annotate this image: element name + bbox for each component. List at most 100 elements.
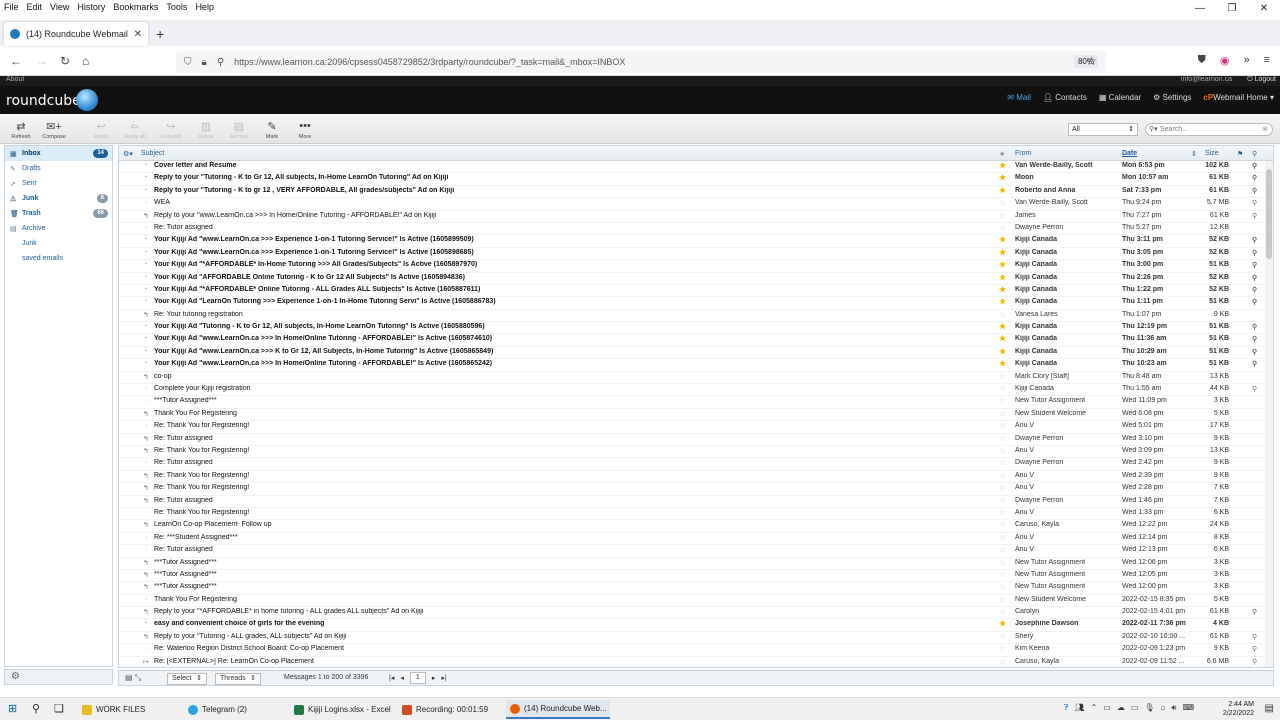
message-row[interactable]: · Re: ***Student Assigned*** ☆ Anu V Wed 12:…: [119, 533, 1273, 546]
flag-star-icon[interactable]: ★: [999, 273, 1006, 282]
logout-link[interactable]: ⏻ Logout: [1247, 76, 1276, 84]
delete-button[interactable]: ▥ Delete: [191, 120, 221, 140]
app-menu-icon[interactable]: ≡: [1264, 54, 1270, 67]
more-button[interactable]: ••• More: [290, 120, 320, 140]
message-row[interactable]: · Cover letter and Resume ★ Van Werde-Baill…: [119, 161, 1273, 174]
flag-star-icon[interactable]: ★: [999, 359, 1006, 368]
flag-star-icon[interactable]: ☆: [999, 595, 1006, 604]
folder-drafts[interactable]: ✎ Drafts: [5, 161, 112, 176]
flag-star-icon[interactable]: ☆: [999, 483, 1006, 492]
close-window-icon[interactable]: ✕: [1248, 0, 1280, 18]
flag-star-icon[interactable]: ★: [999, 235, 1006, 244]
flag-star-icon[interactable]: ☆: [999, 384, 1006, 393]
message-row[interactable]: ↰ Thank You For Registering ☆ New Student W…: [119, 409, 1273, 422]
search-input[interactable]: ⚲▾ Search... ⊗: [1145, 123, 1273, 136]
col-date[interactable]: Date: [1122, 150, 1137, 157]
folder-sent[interactable]: ➚ Sent: [5, 176, 112, 191]
menu-view[interactable]: View: [50, 2, 69, 12]
nav-calendar[interactable]: ▦ Calendar: [1099, 93, 1141, 102]
next-page-icon[interactable]: ▸: [432, 674, 436, 682]
threads-dropdown[interactable]: Threads ⇕: [215, 673, 261, 685]
flag-star-icon[interactable]: ★: [999, 619, 1006, 628]
message-row[interactable]: · Your Kijiji Ad "AFFORDABLE Online Tutor…: [119, 273, 1273, 285]
help-icon[interactable]: ❓︎: [1064, 703, 1069, 713]
display-icon[interactable]: ▭: [1131, 703, 1139, 713]
flag-star-icon[interactable]: ☆: [999, 644, 1006, 653]
nav-settings[interactable]: ⚙ Settings: [1153, 93, 1191, 102]
list-options-icon[interactable]: ⚙▾: [123, 150, 133, 158]
chevron-up-icon[interactable]: ⌃: [1091, 703, 1098, 713]
lock-icon[interactable]: 🔒︎: [202, 57, 207, 68]
menu-history[interactable]: History: [77, 2, 105, 12]
network-icon[interactable]: ⌂: [1161, 703, 1166, 713]
flag-star-icon[interactable]: ☆: [999, 545, 1006, 554]
flag-star-icon[interactable]: ☆: [999, 372, 1006, 381]
flag-star-icon[interactable]: ★: [999, 248, 1006, 257]
col-from[interactable]: From: [1015, 150, 1031, 157]
archive-button[interactable]: ▤ Archive: [224, 120, 254, 140]
message-row[interactable]: ↰ Re: Thank You for Registering! ☆ Anu V Wed…: [119, 483, 1273, 496]
message-row[interactable]: · Reply to your "Tutoring - K to gr 12 , …: [119, 186, 1273, 199]
message-row[interactable]: · Thank You For Registering ☆ New Student W…: [119, 595, 1273, 608]
flag-star-icon[interactable]: ☆: [999, 421, 1006, 430]
message-row[interactable]: · ***Tutor Assigned*** ☆ New Tutor Assignme…: [119, 396, 1273, 409]
reload-icon[interactable]: ↻: [60, 54, 70, 68]
nav-webmail-home[interactable]: cPWebmail Home ▾: [1203, 93, 1274, 102]
windows-start-icon[interactable]: ⊞: [8, 702, 17, 715]
notifications-icon[interactable]: ▤: [1265, 703, 1274, 714]
taskbar-app-recording[interactable]: Recording: 00:01:59: [398, 700, 502, 719]
compose-button[interactable]: ✉+ Compose: [39, 120, 69, 140]
overflow-icon[interactable]: »: [1243, 54, 1249, 67]
flag-star-icon[interactable]: ☆: [999, 434, 1006, 443]
flag-star-icon[interactable]: ☆: [999, 582, 1006, 591]
forward-button[interactable]: ↪ Forward: [156, 120, 186, 140]
folder-inbox[interactable]: ▣ Inbox 14: [5, 146, 112, 161]
nav-mail[interactable]: ✉ Mail: [1007, 93, 1031, 102]
forward-icon[interactable]: →: [36, 54, 48, 68]
filter-select[interactable]: All ⇕: [1068, 123, 1138, 136]
taskbar-app-firefox[interactable]: (14) Roundcube Web...: [506, 700, 610, 719]
message-row[interactable]: · Reply to your "Tutoring - K to Gr 12, A…: [119, 173, 1273, 186]
message-row[interactable]: ↰ Reply to your "Tutoring - ALL grades, A…: [119, 632, 1273, 645]
message-row[interactable]: · Re: Waterloo Region District School Boa…: [119, 644, 1273, 657]
flag-star-icon[interactable]: ☆: [999, 533, 1006, 542]
flag-star-icon[interactable]: ☆: [999, 211, 1006, 220]
flag-star-icon[interactable]: ★: [999, 186, 1006, 195]
message-row[interactable]: ↰ Re: Tutor assigned ☆ Dwayne Perron Wed 1:4…: [119, 496, 1273, 508]
flag-star-icon[interactable]: ★: [999, 334, 1006, 343]
flag-star-icon[interactable]: ☆: [999, 570, 1006, 579]
message-row[interactable]: ↰ LearnOn Co-op Placement- Follow up ☆ Caru…: [119, 520, 1273, 533]
flag-star-icon[interactable]: ☆: [999, 223, 1006, 232]
message-row[interactable]: ↰ Re: Thank You for Registering! ☆ Anu V Wed…: [119, 471, 1273, 484]
message-row[interactable]: ↰ co-op ☆ Mark Clory [Staff] Thu 8:48 am 13 K…: [119, 372, 1273, 385]
message-row[interactable]: · WEA ☆ Van Werde-Bailly, Scott Thu 9:24 pm 5…: [119, 198, 1273, 211]
about-link[interactable]: About: [6, 76, 24, 83]
reply-button[interactable]: ↩ Reply: [86, 120, 116, 140]
message-row[interactable]: · Your Kijiji Ad "www.LearnOn.ca >>> In H…: [119, 359, 1273, 372]
list-scrollbar[interactable]: [1265, 161, 1273, 667]
page-input[interactable]: 1: [409, 672, 426, 684]
scrollbar-thumb[interactable]: [1266, 169, 1272, 259]
message-row[interactable]: · Your Kijiji Ad "www.LearnOn.ca >>> In H…: [119, 334, 1273, 347]
shield-icon[interactable]: ⛉: [184, 57, 192, 68]
message-row[interactable]: · Re: Tutor assigned ☆ Anu V Wed 12:13 pm 6 K…: [119, 545, 1273, 558]
battery-icon[interactable]: ▭: [1103, 703, 1111, 713]
restore-icon[interactable]: ❐: [1216, 0, 1248, 18]
message-row[interactable]: · Your Kijiji Ad "www.LearnOn.ca >>> Expe…: [119, 248, 1273, 261]
message-row[interactable]: ↰ ***Tutor Assigned*** ☆ New Tutor Assignme…: [119, 558, 1273, 570]
list-layout-icon[interactable]: ▤ ⤡: [125, 673, 141, 683]
flag-star-icon[interactable]: ☆: [999, 446, 1006, 455]
task-view-icon[interactable]: ❏: [54, 702, 64, 715]
permissions-icon[interactable]: ⚲: [217, 57, 224, 68]
microphone-icon[interactable]: 🎙︎: [1144, 703, 1154, 713]
message-row[interactable]: · Your Kijiji Ad "www.LearnOn.ca >>> Expe…: [119, 235, 1273, 248]
message-row[interactable]: ↰ Reply to your "www.LearnOn.ca >>> In Ho…: [119, 211, 1273, 223]
folder-trash[interactable]: 🗑︎ Trash 66: [5, 206, 112, 221]
flag-star-icon[interactable]: ☆: [999, 409, 1006, 418]
message-row[interactable]: · Re: Tutor assigned ☆ Dwayne Perron Thu 5:2…: [119, 223, 1273, 236]
flag-star-icon[interactable]: ☆: [999, 520, 1006, 529]
folder-junk[interactable]: ⚠ Junk 8: [5, 191, 112, 206]
flag-star-icon[interactable]: ★: [999, 297, 1006, 306]
menu-tools[interactable]: Tools: [166, 2, 187, 12]
flag-star-icon[interactable]: ★: [999, 161, 1006, 170]
